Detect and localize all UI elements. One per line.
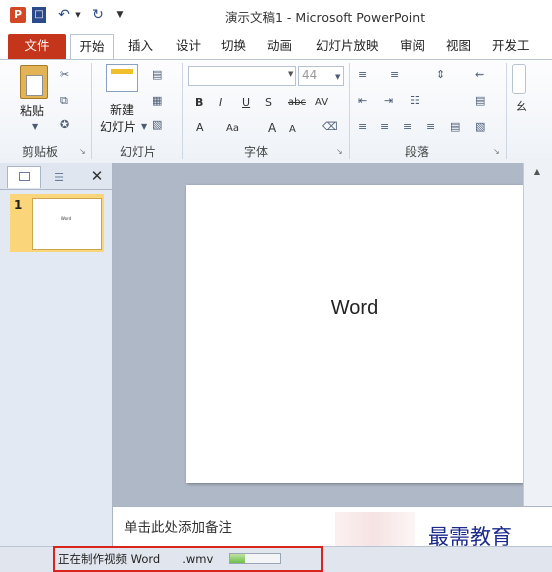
align-right-icon[interactable]: ≡: [403, 120, 412, 134]
tab-developer[interactable]: 开发工: [492, 34, 530, 59]
watermark-blur: [335, 512, 415, 547]
scroll-up-icon[interactable]: ▲: [527, 167, 547, 181]
paste-dropdown-icon[interactable]: ▼: [32, 120, 38, 134]
reset-icon[interactable]: ▦: [152, 94, 162, 108]
tab-review[interactable]: 审阅: [400, 34, 425, 59]
clipboard-launcher-icon[interactable]: ↘: [79, 147, 86, 156]
notes-placeholder[interactable]: 单击此处添加备注: [124, 516, 232, 536]
align-text-icon[interactable]: ▤: [475, 94, 485, 108]
decrease-indent-icon[interactable]: ⇤: [358, 94, 367, 108]
justify-icon[interactable]: ≡: [426, 120, 435, 134]
paragraph-launcher-icon[interactable]: ↘: [493, 147, 500, 156]
redo-icon[interactable]: ↻: [90, 7, 106, 23]
group-divider: [349, 63, 350, 159]
distributed-icon[interactable]: ▤: [450, 120, 460, 134]
paste-icon[interactable]: [20, 65, 48, 99]
slide-thumbnail-text: Word: [60, 216, 72, 221]
save-icon[interactable]: □: [32, 7, 46, 23]
undo-dropdown-icon[interactable]: ▼: [74, 7, 82, 23]
tab-design[interactable]: 设计: [176, 34, 201, 59]
numbering-icon[interactable]: ≡: [390, 68, 399, 82]
status-highlight-box: [53, 546, 323, 572]
paste-button-label[interactable]: 粘贴: [20, 102, 44, 119]
font-size-dropdown-icon[interactable]: ▼: [335, 70, 340, 84]
layout-icon[interactable]: ▤: [152, 68, 162, 82]
font-size-value: 44: [302, 68, 318, 82]
smartart-icon[interactable]: ▧: [475, 120, 485, 134]
bold-button[interactable]: B: [195, 96, 203, 110]
text-direction-icon[interactable]: ⇜: [475, 68, 484, 82]
slide-number: 1: [14, 198, 23, 212]
tab-insert[interactable]: 插入: [128, 34, 153, 59]
tab-slideshow[interactable]: 幻灯片放映: [316, 34, 379, 59]
font-launcher-icon[interactable]: ↘: [336, 147, 343, 156]
slide-thumbnail[interactable]: [32, 198, 102, 250]
new-slide-label-line1[interactable]: 新建: [110, 101, 134, 118]
group-divider: [506, 63, 507, 159]
increase-indent-icon[interactable]: ⇥: [384, 94, 393, 108]
strikethrough-button[interactable]: abc: [288, 96, 306, 110]
group-divider: [182, 63, 183, 159]
group-label-clipboard: 剪贴板: [22, 145, 59, 159]
align-left-icon[interactable]: ≡: [358, 120, 367, 134]
font-name-dropdown-icon[interactable]: ▼: [288, 70, 293, 78]
character-spacing-button[interactable]: AV: [315, 96, 328, 110]
bullets-icon[interactable]: ≡: [358, 68, 367, 82]
drawing-group-partial-label: 幺: [516, 100, 527, 113]
tab-view[interactable]: 视图: [446, 34, 471, 59]
slides-tab-icon[interactable]: [7, 166, 41, 188]
cut-icon[interactable]: ✂: [60, 68, 69, 82]
window-title: 演示文稿1 - Microsoft PowerPoint: [225, 10, 426, 25]
tab-home[interactable]: 开始: [70, 34, 114, 60]
outline-tab-icon[interactable]: ☰: [43, 168, 75, 187]
clear-formatting-icon[interactable]: ⌫: [322, 120, 338, 134]
copy-icon[interactable]: ⧉: [60, 94, 68, 108]
group-label-font: 字体: [244, 145, 269, 159]
italic-button[interactable]: I: [219, 96, 222, 110]
align-center-icon[interactable]: ≡: [380, 120, 389, 134]
new-slide-icon[interactable]: [106, 64, 138, 92]
font-name-input[interactable]: [188, 66, 296, 86]
format-painter-icon[interactable]: ✪: [60, 118, 69, 132]
drawing-shapes-box[interactable]: [512, 64, 526, 94]
grow-font-button[interactable]: A: [268, 121, 276, 135]
font-color-button[interactable]: A: [196, 121, 204, 135]
shrink-font-button[interactable]: A: [289, 123, 296, 137]
columns-icon[interactable]: ☷: [410, 94, 420, 108]
vertical-scrollbar[interactable]: [523, 163, 552, 506]
group-divider: [91, 63, 92, 159]
shadow-button[interactable]: S: [265, 96, 272, 110]
section-icon[interactable]: ▧: [152, 118, 162, 132]
slide-title-text[interactable]: Word: [186, 297, 523, 320]
tab-animations[interactable]: 动画: [267, 34, 292, 59]
new-slide-label-line2[interactable]: 幻灯片: [100, 118, 136, 135]
slide-canvas[interactable]: [186, 185, 523, 483]
line-spacing-icon[interactable]: ⇕: [436, 68, 445, 82]
close-panel-icon[interactable]: ✕: [88, 167, 106, 185]
group-label-slides: 幻灯片: [120, 145, 157, 159]
customize-toolbar-icon[interactable]: ▼: [114, 7, 126, 23]
undo-icon[interactable]: ↶: [56, 7, 72, 23]
change-case-button[interactable]: Aa: [226, 122, 239, 136]
tab-file[interactable]: 文件: [8, 34, 66, 59]
tab-transitions[interactable]: 切换: [221, 34, 246, 59]
group-label-paragraph: 段落: [405, 145, 430, 159]
ribbon-tab-bar: 文件 开始 插入 设计 切换 动画 幻灯片放映 审阅 视图 开发工: [0, 32, 552, 60]
new-slide-dropdown-icon[interactable]: ▼: [141, 120, 147, 134]
underline-button[interactable]: U: [242, 96, 250, 110]
powerpoint-app-icon[interactable]: P: [10, 7, 26, 23]
